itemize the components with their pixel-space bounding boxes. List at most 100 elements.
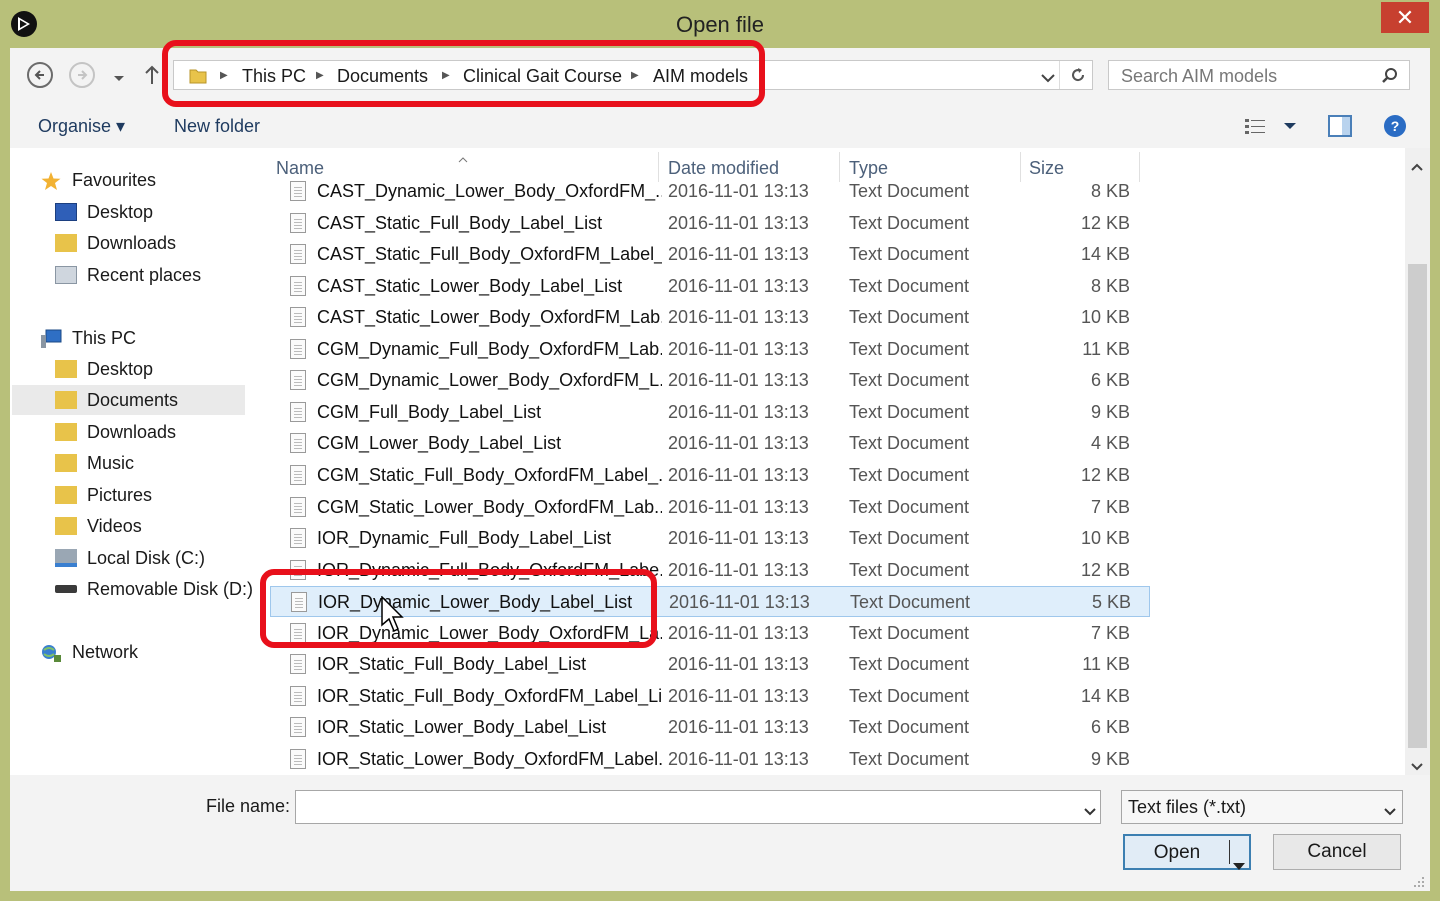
file-type-filter[interactable]: Text files (*.txt) — [1121, 790, 1403, 824]
help-icon[interactable]: ? — [1383, 114, 1407, 143]
text-file-icon — [290, 307, 306, 328]
nav-pc-documents[interactable]: Documents — [12, 385, 245, 415]
text-file-icon — [290, 496, 306, 517]
file-name: CAST_Static_Lower_Body_OxfordFM_Lab... — [317, 307, 662, 328]
chevron-down-icon[interactable] — [1041, 70, 1055, 88]
file-date: 2016-11-01 13:13 — [668, 370, 809, 391]
breadcrumb-documents[interactable]: Documents — [337, 66, 428, 87]
file-size: 6 KB — [1090, 717, 1130, 738]
breadcrumb-separator: ▶ — [631, 70, 639, 81]
file-size: 10 KB — [1080, 528, 1130, 549]
chevron-down-icon[interactable] — [1084, 803, 1096, 821]
file-type: Text Document — [849, 212, 970, 233]
file-type: Text Document — [849, 275, 970, 296]
breadcrumb-aim-models[interactable]: AIM models — [653, 66, 748, 87]
forward-button[interactable] — [69, 62, 95, 88]
file-type: Text Document — [849, 685, 970, 706]
file-type: Text Document — [849, 370, 970, 391]
file-size: 8 KB — [1090, 275, 1130, 296]
file-type: Text Document — [849, 464, 970, 485]
file-row[interactable]: CAST_Static_Full_Body_Label_List 2016-11-… — [270, 208, 1150, 239]
file-row[interactable]: CAST_Static_Lower_Body_OxfordFM_Lab... 20… — [270, 302, 1150, 333]
preview-pane-icon[interactable] — [1328, 115, 1352, 142]
chevron-down-icon[interactable] — [1233, 849, 1245, 883]
file-date: 2016-11-01 13:13 — [668, 559, 809, 580]
file-type: Text Document — [849, 433, 970, 454]
file-row[interactable]: IOR_Static_Full_Body_Label_List 2016-11-0… — [270, 649, 1150, 680]
computer-icon — [40, 329, 62, 348]
file-date: 2016-11-01 13:13 — [668, 464, 809, 485]
text-file-icon — [290, 338, 306, 359]
open-button[interactable]: Open — [1123, 834, 1251, 870]
title-bar: Open file ✕ — [0, 0, 1440, 48]
text-file-icon — [290, 654, 306, 675]
resize-grip-icon[interactable] — [1413, 875, 1425, 893]
chevron-down-icon[interactable] — [1384, 803, 1396, 821]
vertical-scrollbar[interactable] — [1405, 148, 1430, 775]
file-row[interactable]: IOR_Static_Full_Body_OxfordFM_Label_List… — [270, 681, 1150, 712]
file-row[interactable]: CAST_Static_Lower_Body_Label_List 2016-11… — [270, 271, 1150, 302]
folder-icon — [188, 66, 208, 91]
scroll-down-icon[interactable] — [1411, 758, 1423, 776]
file-name: CAST_Static_Full_Body_Label_List — [317, 212, 603, 233]
search-box[interactable]: Search AIM models — [1108, 60, 1410, 90]
file-row[interactable]: IOR_Dynamic_Full_Body_Label_List 2016-11-… — [270, 523, 1150, 554]
file-row[interactable]: CAST_Static_Full_Body_OxfordFM_Label_...… — [270, 239, 1150, 270]
file-row[interactable]: CGM_Static_Lower_Body_OxfordFM_Lab... 201… — [270, 492, 1150, 523]
videos-folder-icon — [55, 517, 77, 535]
organise-menu[interactable]: Organise ▾ — [38, 116, 125, 137]
file-row[interactable]: CGM_Full_Body_Label_List 2016-11-01 13:13… — [270, 397, 1150, 428]
file-type: Text Document — [849, 559, 970, 580]
removable-disk-icon — [55, 585, 77, 593]
scroll-up-icon[interactable] — [1411, 158, 1423, 176]
file-row[interactable]: IOR_Dynamic_Full_Body_OxfordFM_Labe... 20… — [270, 555, 1150, 586]
file-type: Text Document — [849, 528, 970, 549]
file-type: Text Document — [849, 622, 970, 643]
file-name: CGM_Dynamic_Full_Body_OxfordFM_Lab... — [317, 338, 662, 359]
breadcrumb-clinical-gait-course[interactable]: Clinical Gait Course — [463, 66, 622, 87]
file-row[interactable]: CGM_Lower_Body_Label_List 2016-11-01 13:1… — [270, 428, 1150, 459]
search-icon[interactable] — [1381, 67, 1399, 90]
search-input[interactable]: Search AIM models — [1121, 66, 1277, 87]
file-size: 10 KB — [1080, 307, 1130, 328]
file-list: Name Date modified Type Size CAST_Dynami… — [270, 148, 1405, 775]
file-date: 2016-11-01 13:13 — [668, 496, 809, 517]
recent-locations-icon[interactable] — [113, 70, 125, 88]
downloads-folder-icon — [55, 423, 77, 441]
file-name-input[interactable] — [295, 790, 1101, 824]
file-date: 2016-11-01 13:13 — [668, 654, 809, 675]
file-size: 5 KB — [1091, 592, 1131, 613]
file-name: IOR_Dynamic_Lower_Body_OxfordFM_La... — [317, 622, 662, 643]
file-type: Text Document — [849, 181, 970, 201]
refresh-icon[interactable] — [1069, 66, 1087, 89]
file-size: 7 KB — [1090, 622, 1130, 643]
breadcrumb-separator: ▶ — [220, 70, 228, 81]
file-name: CGM_Static_Full_Body_OxfordFM_Label_... — [317, 464, 662, 485]
file-row[interactable]: CGM_Dynamic_Full_Body_OxfordFM_Lab... 201… — [270, 334, 1150, 365]
up-arrow-icon[interactable] — [144, 64, 160, 91]
desktop-icon — [55, 203, 77, 221]
file-row[interactable]: CAST_Dynamic_Lower_Body_OxfordFM_... 2016… — [270, 176, 1150, 207]
cancel-button[interactable]: Cancel — [1273, 834, 1401, 870]
file-name: IOR_Dynamic_Lower_Body_Label_List — [318, 592, 633, 613]
file-row[interactable]: IOR_Static_Lower_Body_Label_List 2016-11-… — [270, 712, 1150, 743]
file-type: Text Document — [849, 717, 970, 738]
file-size: 12 KB — [1080, 212, 1130, 233]
sort-up-icon — [458, 150, 468, 168]
mouse-cursor-icon — [381, 595, 405, 639]
file-row[interactable]: CGM_Static_Full_Body_OxfordFM_Label_... 2… — [270, 460, 1150, 491]
view-options-icon[interactable] — [1244, 116, 1300, 141]
dialog-client: ▶ This PC ▶ Documents ▶ Clinical Gait Co… — [10, 48, 1430, 891]
new-folder-button[interactable]: New folder — [174, 116, 260, 137]
file-row[interactable]: CGM_Dynamic_Lower_Body_OxfordFM_L... 2016… — [270, 365, 1150, 396]
file-type-filter-value: Text files (*.txt) — [1128, 797, 1247, 817]
file-type: Text Document — [849, 654, 970, 675]
scrollbar-thumb[interactable] — [1408, 264, 1427, 748]
address-bar[interactable]: ▶ This PC ▶ Documents ▶ Clinical Gait Co… — [173, 60, 1093, 90]
file-size: 9 KB — [1090, 748, 1130, 769]
file-row[interactable]: IOR_Static_Lower_Body_OxfordFM_Label... 2… — [270, 744, 1150, 775]
back-button[interactable] — [27, 62, 53, 88]
breadcrumb-this-pc[interactable]: This PC — [242, 66, 306, 87]
text-file-icon — [290, 401, 306, 422]
close-button[interactable]: ✕ — [1381, 2, 1429, 33]
